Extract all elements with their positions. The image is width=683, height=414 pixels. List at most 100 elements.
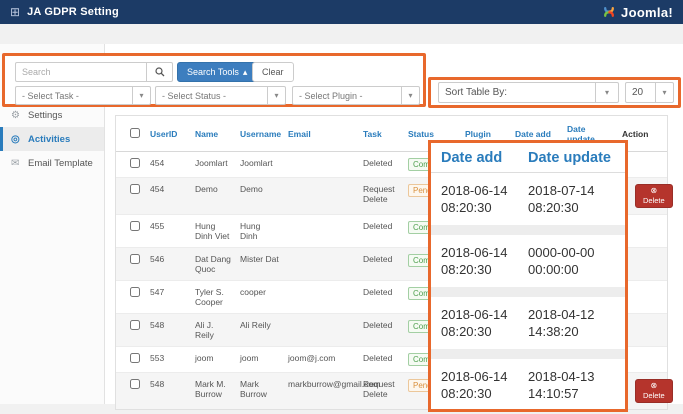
cell-email xyxy=(284,248,359,281)
column-header-task[interactable]: Task xyxy=(359,116,404,152)
sidebar-item-activities[interactable]: ◎ Activities xyxy=(0,127,104,151)
joomla-wordmark: Joomla! xyxy=(621,5,673,20)
cell-username: Mark Burrow xyxy=(236,373,284,410)
row-checkbox[interactable] xyxy=(130,287,140,297)
sort-by-select[interactable]: Sort Table By: ▾ xyxy=(438,82,619,103)
overlay-date-add-cell: 2018-06-14 08:20:30 xyxy=(441,244,528,278)
joomla-logo-icon xyxy=(601,4,617,20)
overlay-row: 2018-06-14 08:20:30 2018-07-14 08:20:30 xyxy=(431,173,625,225)
cell-userid: 548 xyxy=(146,373,191,410)
overlay-date-add-cell: 2018-06-14 08:20:30 xyxy=(441,368,528,402)
page-size-select[interactable]: 20 ▾ xyxy=(625,82,674,103)
search-button[interactable] xyxy=(147,62,173,82)
plugin-filter-select[interactable]: - Select Plugin - ▾ xyxy=(292,86,420,105)
column-header-name[interactable]: Name xyxy=(191,116,236,152)
row-checkbox[interactable] xyxy=(130,254,140,264)
status-filter-value: - Select Status - xyxy=(156,91,267,101)
cell-name: joom xyxy=(191,347,236,373)
sort-controls-highlight: Sort Table By: ▾ 20 ▾ xyxy=(428,77,681,108)
overlay-date-add-cell: 2018-06-14 08:20:30 xyxy=(441,306,528,340)
overlay-date-update-cell: 2018-07-14 08:20:30 xyxy=(528,182,615,216)
column-header-userid[interactable]: UserID xyxy=(146,116,191,152)
cell-email xyxy=(284,281,359,314)
activities-icon: ◎ xyxy=(11,134,28,145)
cell-userid: 548 xyxy=(146,314,191,347)
caret-up-icon: ▴ xyxy=(243,67,248,78)
caret-down-icon: ▾ xyxy=(267,87,285,104)
delete-button[interactable]: ⊗ Delete xyxy=(635,184,673,208)
overlay-date-add-cell: 2018-06-14 08:20:30 xyxy=(441,182,528,216)
date-columns-zoom-callout: Date add Date update 2018-06-14 08:20:30… xyxy=(428,140,628,412)
row-checkbox[interactable] xyxy=(130,158,140,168)
cell-task: Deleted xyxy=(359,152,404,178)
cell-username: cooper xyxy=(236,281,284,314)
plugin-filter-value: - Select Plugin - xyxy=(293,91,401,101)
cell-task: Deleted xyxy=(359,314,404,347)
column-header-email[interactable]: Email xyxy=(284,116,359,152)
cell-userid: 546 xyxy=(146,248,191,281)
caret-down-icon: ▾ xyxy=(132,87,150,104)
cell-name: Tyler S. Cooper xyxy=(191,281,236,314)
cell-username: Mister Dat xyxy=(236,248,284,281)
row-checkbox[interactable] xyxy=(130,320,140,330)
gear-icon: ⚙ xyxy=(11,110,28,121)
caret-down-icon: ▾ xyxy=(595,83,618,102)
overlay-row-separator xyxy=(431,349,625,359)
select-all-checkbox[interactable] xyxy=(130,128,140,138)
cell-task: Deleted xyxy=(359,215,404,248)
sidebar-item-label: Settings xyxy=(28,110,62,121)
cell-name: Dat Dang Quoc xyxy=(191,248,236,281)
clear-button[interactable]: Clear xyxy=(252,62,294,82)
row-checkbox[interactable] xyxy=(130,221,140,231)
search-input[interactable] xyxy=(15,62,147,82)
search-icon xyxy=(155,67,165,77)
cell-userid: 553 xyxy=(146,347,191,373)
delete-button-label: Delete xyxy=(643,196,665,205)
joomla-admin-page: ⊞ JA GDPR Setting Joomla! ⚙ Settings ◎ A… xyxy=(0,0,683,414)
cell-email xyxy=(284,152,359,178)
delete-button-label: Delete xyxy=(643,391,665,400)
overlay-row: 2018-06-14 08:20:30 0000-00-00 00:00:00 xyxy=(431,235,625,287)
status-filter-select[interactable]: - Select Status - ▾ xyxy=(155,86,286,105)
cell-username: Ali Reily xyxy=(236,314,284,347)
cell-email: markburrow@gmail.com xyxy=(284,373,359,410)
cell-username: Demo xyxy=(236,178,284,215)
cell-email: joom@j.com xyxy=(284,347,359,373)
search-tools-label: Search Tools xyxy=(187,67,239,77)
cell-userid: 454 xyxy=(146,152,191,178)
cell-username: Hung Dinh xyxy=(236,215,284,248)
sort-by-value: Sort Table By: xyxy=(439,87,595,98)
search-tools-button[interactable]: Search Tools ▴ xyxy=(177,62,257,82)
caret-down-icon: ▾ xyxy=(655,83,673,102)
delete-button[interactable]: ⊗ Delete xyxy=(635,379,673,403)
overlay-date-update-cell: 0000-00-00 00:00:00 xyxy=(528,244,615,278)
page-title: JA GDPR Setting xyxy=(27,6,119,18)
overlay-column-date-add: Date add xyxy=(441,150,528,166)
cell-task: Deleted xyxy=(359,248,404,281)
cell-email xyxy=(284,178,359,215)
overlay-date-update-cell: 2018-04-13 14:10:57 xyxy=(528,368,615,402)
cell-userid: 547 xyxy=(146,281,191,314)
component-grid-icon: ⊞ xyxy=(10,6,20,18)
envelope-icon: ✉ xyxy=(11,158,28,169)
cell-username: Joomlart xyxy=(236,152,284,178)
joomla-logo: Joomla! xyxy=(601,4,673,20)
sidebar-item-email-template[interactable]: ✉ Email Template xyxy=(0,151,104,175)
column-header-username[interactable]: Username xyxy=(236,116,284,152)
clear-label: Clear xyxy=(262,67,284,77)
cell-task: Request Delete xyxy=(359,178,404,215)
overlay-row-separator xyxy=(431,287,625,297)
search-tools-highlight: Search Tools ▴ Clear - Select Task - ▾ -… xyxy=(2,53,426,107)
task-filter-select[interactable]: - Select Task - ▾ xyxy=(15,86,151,105)
delete-icon: ⊗ xyxy=(650,187,657,195)
cell-name: Demo xyxy=(191,178,236,215)
sidebar-item-label: Activities xyxy=(28,134,70,145)
cell-userid: 455 xyxy=(146,215,191,248)
cell-name: Hung Dinh Viet xyxy=(191,215,236,248)
row-checkbox[interactable] xyxy=(130,353,140,363)
overlay-row: 2018-06-14 08:20:30 2018-04-12 14:38:20 xyxy=(431,297,625,349)
cell-userid: 454 xyxy=(146,178,191,215)
row-checkbox[interactable] xyxy=(130,184,140,194)
row-checkbox[interactable] xyxy=(130,379,140,389)
sidebar-item-label: Email Template xyxy=(28,158,93,169)
